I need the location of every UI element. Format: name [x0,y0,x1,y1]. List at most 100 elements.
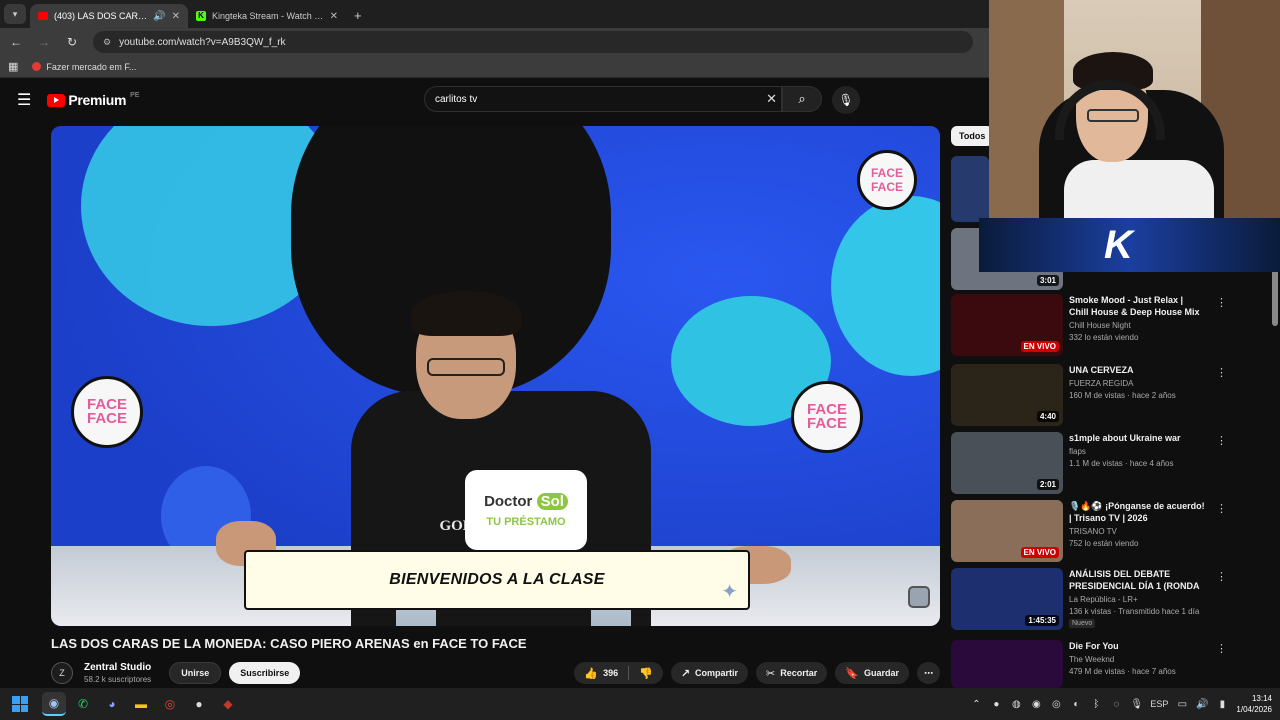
list-item[interactable]: 2:01 s1mple about Ukraine war flaps 1.1 M d… [951,432,1227,494]
search-button[interactable]: ⌕ [782,86,822,112]
list-item[interactable]: 4:40 UNA CERVEZA FUERZA REGIDA 160 M de vis… [951,364,1227,426]
save-button[interactable]: 🔖 Guardar [835,662,909,684]
recommendation-title[interactable]: ANÁLISIS DEL DEBATE PRESIDENCIAL DÍA 1 (… [1069,568,1205,592]
reload-icon[interactable]: ↻ [65,35,79,49]
more-vertical-icon[interactable]: ⋮ [1216,434,1227,447]
recommendation-channel: The Weeknd [1069,655,1115,664]
steam-icon[interactable]: ◉ [42,692,66,716]
menu-icon[interactable]: ☰ [17,90,31,110]
network-icon[interactable]: ▭ [1176,699,1188,710]
search-icon: ⌕ [798,91,806,106]
video-thumbnail[interactable] [951,156,989,222]
new-tab-button[interactable]: + [354,8,362,23]
address-bar-row: ← → ↻ ⚙ youtube.com/watch?v=A9B3QW_f_rk [0,28,990,56]
thumbs-down-icon: 👎 [639,667,653,680]
share-button[interactable]: ↗ Compartir [670,662,749,684]
filter-chip-all[interactable]: Todos [951,126,994,146]
dislike-button[interactable]: 👎 [629,667,663,680]
recommendation-title[interactable]: UNA CERVEZA [1069,364,1205,376]
more-actions-button[interactable]: ⋯ [917,662,940,684]
clock[interactable]: 13:14 1/04/2026 [1236,693,1272,715]
windows-start-icon[interactable] [12,696,28,712]
speaker-icon[interactable]: 🔊 [153,11,165,22]
tab-title: (403) LAS DOS CARAS DE L [54,11,148,21]
recommendation-title[interactable]: 🎙️🔥⚽ ¡Pónganse de acuerdo! | Trisano TV … [1069,500,1205,524]
search-input[interactable]: carlitos tv ✕ [424,86,782,112]
recommendation-title[interactable]: Smoke Mood - Just Relax | Chill House & … [1069,294,1205,318]
clip-button[interactable]: ✂ Recortar [756,662,828,684]
video-thumbnail[interactable] [951,640,1063,688]
site-info-icon[interactable]: ⚙ [103,37,111,48]
voice-search-button[interactable]: 🎙 [832,86,860,114]
tab-search-button[interactable]: ▾ [4,4,26,24]
tray-app-icon[interactable]: ◌ [1110,699,1122,710]
file-explorer-icon[interactable]: ▬ [129,692,153,716]
recommendation-channel: TRISANO TV [1069,527,1117,536]
video-thumbnail[interactable]: 4:40 [951,364,1063,426]
recommendation-channel: FUERZA REGIDA [1069,379,1134,388]
apps-grid-icon[interactable]: ▦ [8,60,18,73]
discord-icon[interactable]: ◕ [100,692,124,716]
live-badge: EN VIVO [1020,341,1059,352]
channel-watermark[interactable] [908,586,930,608]
tray-app-icon[interactable]: ◐ [1070,699,1082,710]
like-button[interactable]: 👍 396 [574,667,628,680]
subscriber-count: 58.2 k suscriptores [84,675,152,684]
bookmark-label: Fazer mercado em F... [46,61,137,72]
like-dislike-group: 👍 396 👎 [574,662,663,684]
obs-icon[interactable]: ● [187,692,211,716]
country-code: PE [130,91,140,99]
tray-app-icon[interactable]: ◍ [1010,699,1022,710]
battery-icon[interactable]: ▮ [1216,699,1228,710]
subscribe-button[interactable]: Suscribirse [229,662,301,684]
more-vertical-icon[interactable]: ⋮ [1216,570,1227,583]
recommendation-title[interactable]: s1mple about Ukraine war [1069,432,1205,444]
list-item[interactable]: Die For You The Weeknd 479 M de vistas · h… [951,640,1227,688]
browser-tab-youtube[interactable]: (403) LAS DOS CARAS DE L 🔊 ✕ [30,4,188,28]
video-thumbnail[interactable]: 2:01 [951,432,1063,494]
forward-icon[interactable]: → [37,35,51,49]
url-field[interactable]: ⚙ youtube.com/watch?v=A9B3QW_f_rk [93,31,973,53]
close-tab-icon[interactable]: ✕ [330,11,338,22]
list-item[interactable]: EN VIVO Smoke Mood - Just Relax | Chill H… [951,294,1227,356]
video-thumbnail[interactable]: 1:45:35 [951,568,1063,630]
recommendation-title[interactable]: Die For You [1069,640,1205,652]
back-icon[interactable]: ← [9,35,23,49]
duration-badge: 4:40 [1036,411,1059,422]
more-vertical-icon[interactable]: ⋮ [1216,502,1227,515]
more-vertical-icon[interactable]: ⋮ [1216,642,1227,655]
join-button[interactable]: Unirse [169,662,222,684]
bluetooth-icon[interactable]: ᛒ [1090,699,1102,710]
more-vertical-icon[interactable]: ⋮ [1216,296,1227,309]
video-thumbnail[interactable]: EN VIVO [951,294,1063,356]
whatsapp-icon[interactable]: ✆ [71,692,95,716]
list-item[interactable]: EN VIVO 🎙️🔥⚽ ¡Pónganse de acuerdo! | Tris… [951,500,1227,562]
microphone-tray-icon[interactable]: 🎙 [1130,699,1143,710]
dota-icon[interactable]: ◆ [216,692,240,716]
search-value: carlitos tv [435,93,478,105]
save-label: Guardar [863,668,899,678]
face-to-face-sticker: FACE FACE [71,376,143,448]
steam-tray-icon[interactable]: ◎ [1050,699,1062,710]
channel-name[interactable]: Zentral Studio [84,662,151,673]
browser-tab-kick[interactable]: K Kingteka Stream - Watch Live o ✕ [188,4,346,28]
volume-icon[interactable]: 🔊 [1196,699,1208,710]
video-thumbnail[interactable]: EN VIVO [951,500,1063,562]
video-player[interactable]: FACE FACE FACE FACE FACE FACE GODS BY Do… [51,126,940,626]
video-caption: BIENVENIDOS A LA CLASE ✦ [244,550,750,610]
channel-avatar[interactable]: Z [51,662,73,684]
tray-app-icon[interactable]: ● [990,699,1002,710]
chrome-icon[interactable]: ◎ [158,692,182,716]
youtube-logo[interactable]: Premium PE [47,91,140,108]
duration-badge: 2:01 [1036,479,1059,490]
more-vertical-icon[interactable]: ⋮ [1216,366,1227,379]
close-tab-icon[interactable]: ✕ [172,11,180,22]
bookmark-item[interactable]: Fazer mercado em F... [32,62,136,72]
webcam-overlay [989,0,1280,220]
clear-search-icon[interactable]: ✕ [766,91,777,107]
chevron-up-icon[interactable]: ⌃ [970,699,982,710]
list-item[interactable]: 1:45:35 ANÁLISIS DEL DEBATE PRESIDENCIAL … [951,568,1227,630]
tray-app-icon[interactable]: ◉ [1030,699,1042,710]
language-indicator[interactable]: ESP [1150,699,1168,709]
brand-logo-icon: K [1104,223,1133,267]
